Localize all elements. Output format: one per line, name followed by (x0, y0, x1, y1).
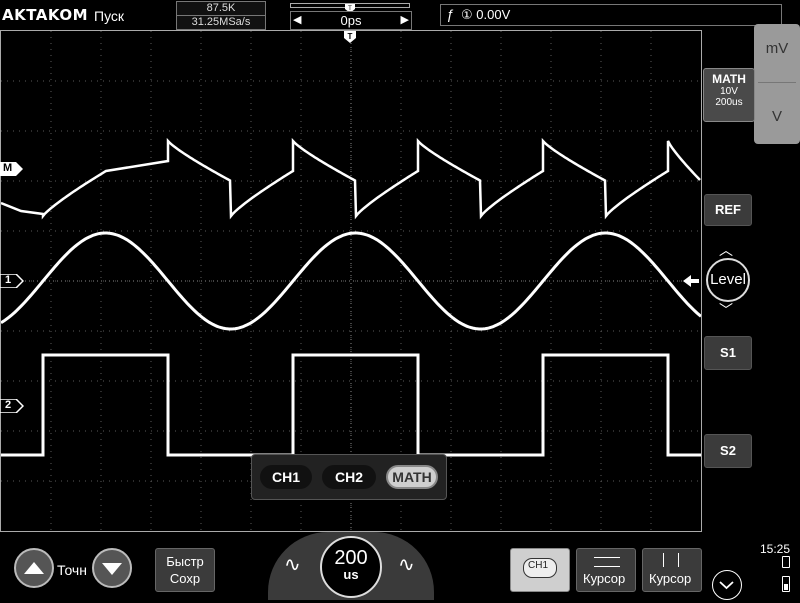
quick-save-button[interactable]: Быстр Сохр (155, 548, 215, 592)
trigger-info-box[interactable]: ƒ ① 0.00V (440, 4, 782, 26)
timebase-decrease-icon[interactable]: ∿ (284, 552, 301, 577)
memory-depth: 87.5K (176, 1, 266, 16)
svg-text:T: T (348, 32, 353, 41)
channel-select-popup: CH1 CH2 MATH (251, 454, 447, 500)
horizontal-lines-icon (594, 557, 620, 567)
ch1-marker-label: 1 (5, 274, 12, 286)
memory-trigger-marker-icon: T (345, 0, 355, 13)
level-down-icon[interactable]: ﹀ (719, 300, 733, 320)
triangle-up-icon (24, 562, 44, 574)
level-up-icon[interactable]: ︿ (719, 240, 733, 260)
level-label: Level (710, 271, 746, 288)
top-status-bar: AKTAKOM Пуск 87.5K 31.25MSa/s T ◀ 0ps ▶ … (0, 0, 800, 30)
chevron-down-icon (719, 581, 734, 590)
rising-edge-icon: ƒ (446, 6, 454, 22)
ch1-channel-marker[interactable]: 1 (0, 273, 25, 289)
math-channel-info[interactable]: MATH 10V 200us (703, 68, 755, 122)
cursor-horizontal-button[interactable]: Курсор (576, 548, 636, 592)
timebase-unit: us (343, 567, 359, 582)
cursor-h-label: Курсор (583, 571, 626, 586)
sample-rate: 31.25MSa/s (176, 15, 266, 30)
trigger-source-level: ① 0.00V (461, 7, 511, 22)
trigger-position-box[interactable]: ◀ 0ps ▶ (290, 11, 412, 30)
arrow-right-icon[interactable]: ▶ (401, 12, 409, 29)
math-channel-marker[interactable]: M (0, 162, 24, 176)
quick-save-line1: Быстр (166, 554, 204, 569)
brand-logo: AKTAKOM (2, 6, 89, 24)
math-scale: 10V (720, 86, 738, 97)
millivolts-button[interactable]: mV (754, 40, 800, 57)
volts-scale-panel[interactable]: mV V (754, 24, 800, 144)
timebase-increase-icon[interactable]: ∿ (398, 552, 415, 577)
ch2-marker-label: 2 (5, 399, 12, 411)
timebase-value: 200 (334, 547, 368, 569)
s2-button[interactable]: S2 (704, 434, 752, 468)
ref-button[interactable]: REF (704, 194, 752, 226)
ch1-tab-label: CH1 (528, 560, 549, 571)
trigger-position-value: 0ps (340, 13, 362, 28)
expand-menu-button[interactable] (712, 570, 742, 600)
math-select-button[interactable]: MATH (386, 465, 438, 489)
fine-down-button[interactable] (92, 548, 132, 588)
math-trace (1, 137, 701, 220)
cursor-v-label: Курсор (649, 571, 692, 586)
timebase-knob[interactable]: 200 us (320, 536, 382, 598)
fine-label: Точн (57, 562, 87, 578)
run-status[interactable]: Пуск (94, 8, 124, 24)
math-marker-label: M (3, 162, 13, 174)
level-knob[interactable]: Level (706, 258, 750, 302)
bottom-toolbar: Точн Быстр Сохр ∿ 200 us ∿ CH1 Курсор Ку… (0, 532, 800, 600)
channel-tab-button[interactable]: CH1 (510, 548, 570, 592)
trigger-time-marker-icon[interactable]: T (344, 30, 356, 43)
triangle-down-icon (102, 563, 122, 575)
s1-button[interactable]: S1 (704, 336, 752, 370)
usb-icon (782, 556, 790, 568)
trigger-level-arrow-icon (683, 274, 699, 288)
math-title: MATH (712, 72, 746, 86)
quick-save-line2: Сохр (169, 571, 201, 586)
volts-button[interactable]: V (754, 108, 800, 125)
battery-icon (782, 576, 790, 592)
volts-panel-divider (758, 82, 796, 83)
clock: 15:25 (760, 542, 791, 556)
math-timebase: 200us (715, 97, 743, 108)
ch2-channel-marker[interactable]: 2 (0, 398, 25, 414)
cursor-vertical-button[interactable]: Курсор (642, 548, 702, 592)
fine-up-button[interactable] (14, 548, 54, 588)
arrow-left-icon[interactable]: ◀ (293, 12, 301, 29)
ch2-select-button[interactable]: CH2 (322, 465, 376, 489)
vertical-lines-icon (663, 553, 679, 567)
ch1-select-button[interactable]: CH1 (260, 465, 312, 489)
